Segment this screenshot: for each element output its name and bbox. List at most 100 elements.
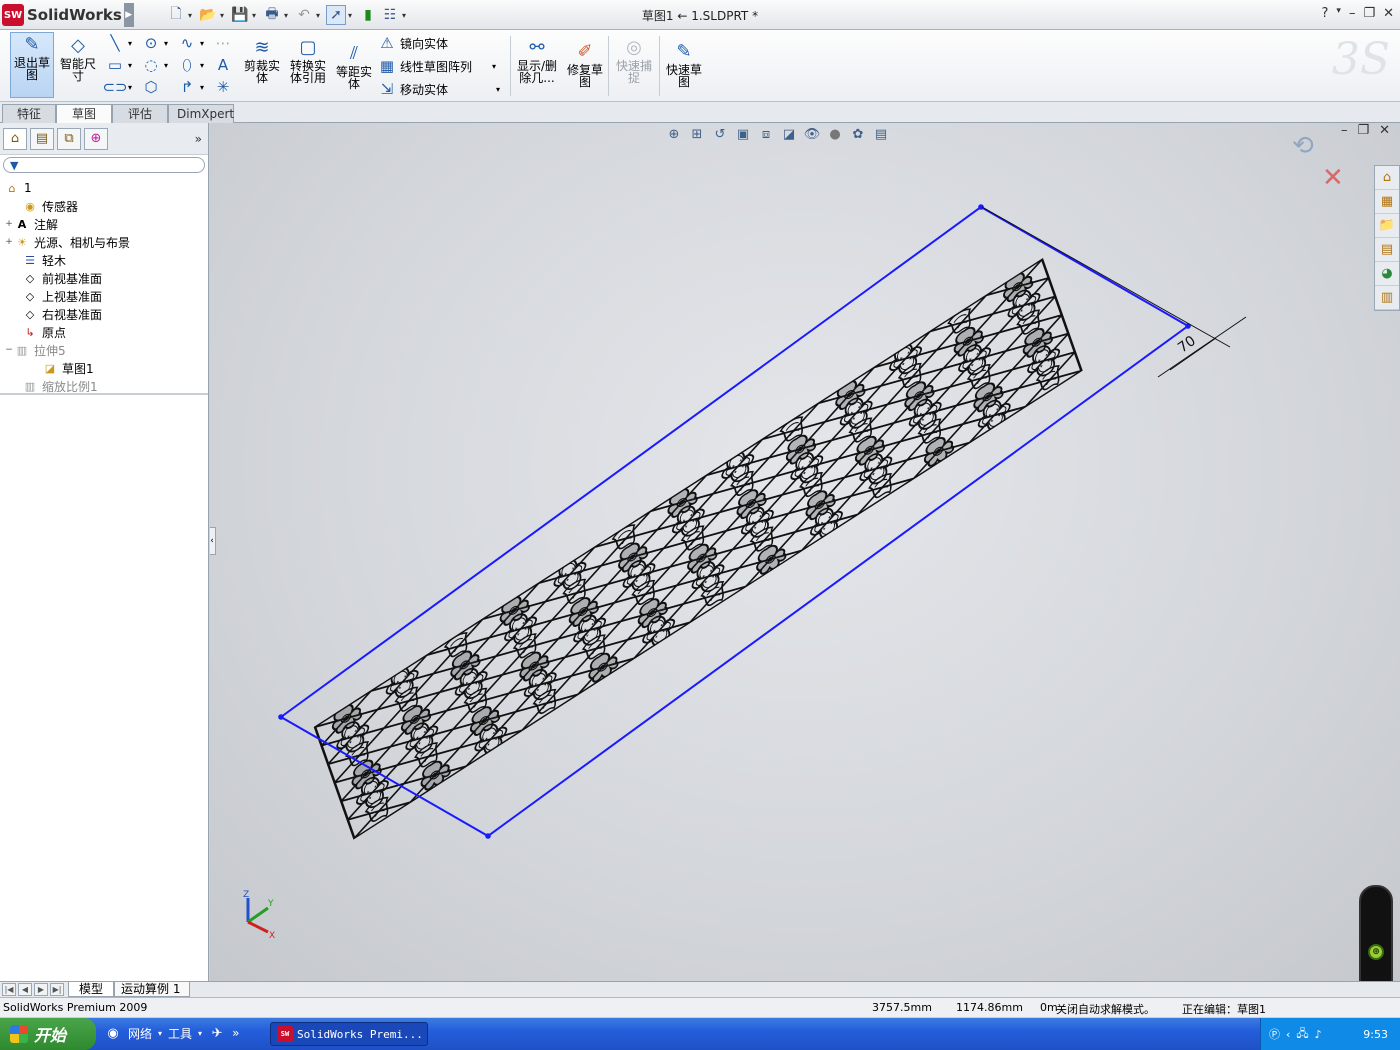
- quick-snaps-button[interactable]: ◎ 快速捕捉: [612, 36, 656, 85]
- expand-toggle[interactable]: +: [4, 219, 14, 229]
- tree-item-label: 拉伸5: [34, 343, 66, 358]
- network-dropdown-icon[interactable]: ▾: [158, 1029, 162, 1038]
- browser-icon[interactable]: ◉: [104, 1024, 122, 1042]
- pattern-dropdown-icon[interactable]: ▾: [492, 62, 496, 71]
- configuration-manager-icon[interactable]: ⧉: [57, 127, 81, 150]
- prev-tab-icon[interactable]: ◀: [18, 983, 32, 996]
- next-tab-icon[interactable]: ▶: [34, 983, 48, 996]
- tree-filter-input[interactable]: ▼: [3, 157, 205, 173]
- expand-toggle[interactable]: +: [4, 237, 14, 247]
- first-tab-icon[interactable]: |◀: [2, 983, 16, 996]
- circle-tool[interactable]: ⊙ ▾: [142, 34, 168, 52]
- tab-sketch[interactable]: 草图: [56, 104, 112, 124]
- ellipse-dropdown-icon[interactable]: ▾: [200, 61, 204, 70]
- tab-motion-study[interactable]: 运动算例 1: [114, 982, 190, 997]
- sketch-point[interactable]: [278, 714, 284, 720]
- property-manager-icon[interactable]: ▤: [30, 127, 54, 150]
- status-bar: SolidWorks Premium 2009 3757.5mm 1174.86…: [0, 997, 1400, 1017]
- tree-item-annotations[interactable]: + A 注解: [0, 215, 208, 233]
- polygon-tool[interactable]: ⬡: [142, 78, 160, 96]
- taskbar-solidworks-window[interactable]: SW SolidWorks Premi...: [270, 1022, 428, 1046]
- volume-icon[interactable]: ♪: [1315, 1028, 1322, 1041]
- tree-item-front-plane[interactable]: ◇ 前视基准面: [0, 269, 208, 287]
- display-delete-relations-button[interactable]: ⚯ 显示/删除几...: [514, 36, 560, 85]
- lattice-line: [315, 726, 316, 839]
- tree-item-extrude5[interactable]: − ▥ 拉伸5: [0, 341, 208, 359]
- rapid-sketch-label: 快速草图: [665, 63, 702, 89]
- solve-mode-status[interactable]: 关闭自动求解模式。: [1056, 1001, 1155, 1017]
- scale-icon: ▥: [24, 379, 36, 393]
- point-tool[interactable]: ✳: [214, 78, 232, 96]
- collapse-toggle[interactable]: −: [4, 345, 14, 355]
- annotation-icon: A: [17, 217, 27, 231]
- fillet-tool[interactable]: ↱ ▾: [178, 78, 204, 96]
- tray-collapse-icon[interactable]: ‹: [1286, 1028, 1290, 1041]
- line-tool[interactable]: ╲ ▾: [106, 34, 132, 52]
- help-icon[interactable]: ?: [1322, 6, 1329, 21]
- pane-divider[interactable]: [0, 393, 208, 395]
- clock[interactable]: 9:53: [1363, 1028, 1388, 1041]
- 3d-navigation-widget[interactable]: ⊕: [1359, 885, 1393, 981]
- arc-tool[interactable]: ◌ ▾: [142, 56, 168, 74]
- tree-item-material[interactable]: ☰ 轻木: [0, 251, 208, 269]
- tree-item-sensors[interactable]: ◉ 传感器: [0, 197, 208, 215]
- mirror-entities-tool[interactable]: ⚠ 镜向实体: [378, 34, 448, 52]
- dimxpert-manager-icon[interactable]: ⊕: [84, 127, 108, 150]
- circle-dropdown-icon[interactable]: ▾: [164, 39, 168, 48]
- arc-dropdown-icon[interactable]: ▾: [164, 61, 168, 70]
- spline-tool[interactable]: ∿ ▾: [178, 34, 204, 52]
- network-status-icon[interactable]: 🖧: [1296, 1025, 1308, 1044]
- rectangle-tool[interactable]: ▭ ▾: [106, 56, 132, 74]
- help-dropdown-icon[interactable]: ▾: [1336, 6, 1341, 21]
- slot-tool[interactable]: ⊂⊃ ▾: [102, 78, 132, 96]
- rectangle-dropdown-icon[interactable]: ▾: [128, 61, 132, 70]
- trim-entities-button[interactable]: ≋ 剪裁实体: [242, 36, 282, 85]
- text-tool[interactable]: A: [214, 56, 232, 74]
- close-button[interactable]: ✕: [1383, 6, 1394, 21]
- start-button[interactable]: 开始: [0, 1018, 96, 1050]
- repair-sketch-button[interactable]: ✐ 修复草图: [564, 40, 606, 89]
- exit-sketch-label: 退出草图: [13, 56, 50, 82]
- ellipse-tool[interactable]: ⬯ ▾: [178, 56, 204, 74]
- tab-features[interactable]: 特征: [2, 104, 56, 123]
- smart-dimension-button[interactable]: ◇ 智能尺寸: [58, 34, 98, 83]
- tree-item-sketch1[interactable]: ◪ 草图1: [0, 359, 208, 377]
- feature-tree-icon[interactable]: ⌂: [3, 127, 27, 150]
- tree-item-label: 右视基准面: [42, 307, 103, 322]
- move-dropdown-icon[interactable]: ▾: [496, 85, 500, 94]
- fillet-dropdown-icon[interactable]: ▾: [200, 83, 204, 92]
- grid-tool[interactable]: ⋯: [214, 34, 232, 52]
- expand-panel-icon[interactable]: »: [195, 132, 202, 146]
- spline-dropdown-icon[interactable]: ▾: [200, 39, 204, 48]
- graphics-area[interactable]: ⊕ ⊞ ↺ ▣ ⧈ ◪ 👁 ● ✿ ▤ – ❐ ✕ ⟲ ✕ ⌂ ▦ 📁 ▤ ◕ …: [210, 123, 1400, 981]
- line-icon: ╲: [110, 34, 120, 52]
- tree-item-top-plane[interactable]: ◇ 上视基准面: [0, 287, 208, 305]
- tray-p-icon[interactable]: Ⓟ: [1269, 1026, 1280, 1042]
- minimize-button[interactable]: –: [1349, 6, 1356, 21]
- offset-entities-button[interactable]: ⫽ 等距实体: [334, 42, 374, 91]
- app-shortcut-icon[interactable]: ✈: [208, 1024, 226, 1042]
- tree-root-part[interactable]: ⌂ 1: [0, 179, 208, 197]
- move-entities-tool[interactable]: ⇲ 移动实体 ▾: [378, 80, 500, 98]
- exit-sketch-button[interactable]: ✎ 退出草图: [10, 32, 54, 98]
- restore-button[interactable]: ❐: [1363, 6, 1375, 21]
- tab-dimxpert[interactable]: DimXpert: [168, 104, 234, 123]
- line-dropdown-icon[interactable]: ▾: [128, 39, 132, 48]
- linear-pattern-tool[interactable]: ▦ 线性草图阵列 ▾: [378, 57, 496, 75]
- rapid-sketch-button[interactable]: ✎ 快速草图: [662, 40, 706, 89]
- tree-item-origin[interactable]: ↳ 原点: [0, 323, 208, 341]
- navigation-center-icon[interactable]: ⊕: [1368, 944, 1384, 960]
- sketch-point[interactable]: [485, 833, 491, 839]
- tree-item-right-plane[interactable]: ◇ 右视基准面: [0, 305, 208, 323]
- tree-item-lights[interactable]: + ☀ 光源、相机与布景: [0, 233, 208, 251]
- tab-model[interactable]: 模型: [68, 982, 114, 997]
- quick-snap-label: 快速捕捉: [615, 59, 652, 85]
- tab-evaluate[interactable]: 评估: [112, 104, 168, 123]
- tools-dropdown-icon[interactable]: ▾: [198, 1029, 202, 1038]
- tools-toolbar-label[interactable]: 工具: [168, 1025, 192, 1042]
- convert-entities-button[interactable]: ▢ 转换实体引用: [286, 36, 330, 85]
- more-toolbars-icon[interactable]: »: [232, 1026, 239, 1040]
- slot-dropdown-icon[interactable]: ▾: [128, 83, 132, 92]
- last-tab-icon[interactable]: ▶|: [50, 983, 64, 996]
- network-toolbar-label[interactable]: 网络: [128, 1025, 152, 1042]
